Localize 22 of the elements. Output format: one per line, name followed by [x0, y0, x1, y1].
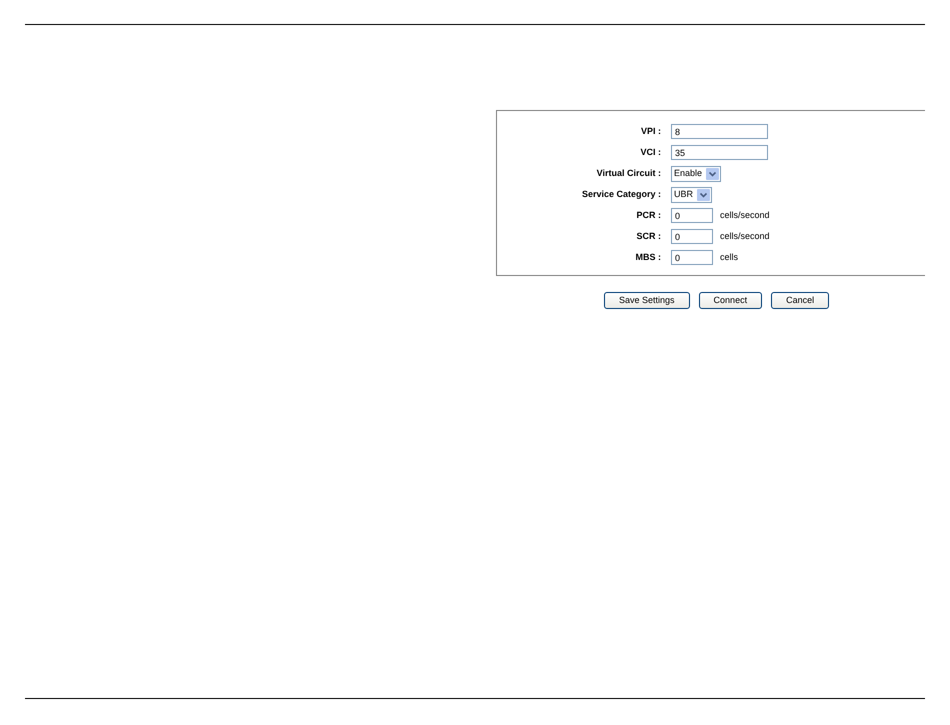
- unit-label: cells: [720, 250, 738, 264]
- form-button[interactable]: Cancel: [771, 292, 830, 309]
- field-label: PCR :: [636, 208, 661, 222]
- form-button[interactable]: Connect: [698, 292, 762, 309]
- field-label: Virtual Circuit :: [596, 166, 661, 180]
- input-field[interactable]: 35: [671, 145, 768, 160]
- input-field[interactable]: 0: [671, 208, 713, 223]
- field-label: SCR :: [636, 230, 661, 243]
- field-label: VPI :: [640, 124, 661, 138]
- chevron-down-icon: [697, 188, 710, 200]
- input-field[interactable]: 0: [671, 229, 713, 244]
- field-label: MBS :: [636, 250, 661, 264]
- unit-label: cells/second: [720, 208, 770, 222]
- chevron-down-icon: [706, 168, 720, 180]
- input-field[interactable]: 8: [671, 124, 768, 139]
- input-field[interactable]: 0: [671, 250, 713, 265]
- unit-label: cells/second: [720, 230, 770, 243]
- field-label: Service Category :: [582, 188, 661, 201]
- field-label: VCI :: [640, 146, 661, 159]
- form-button[interactable]: Save Settings: [604, 292, 690, 309]
- dropdown[interactable]: UBR: [671, 186, 712, 202]
- dropdown[interactable]: Enable: [671, 166, 722, 182]
